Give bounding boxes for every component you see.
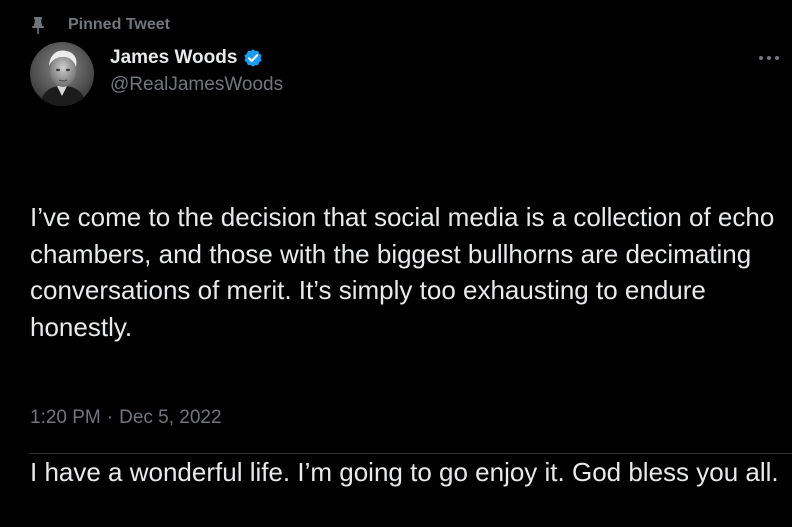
- tweet-text: I’ve come to the decision that social me…: [30, 126, 780, 527]
- pin-icon: [30, 15, 46, 35]
- verified-badge-icon[interactable]: [242, 47, 264, 69]
- avatar-image: [30, 42, 94, 106]
- author-display-name[interactable]: James Woods: [110, 47, 237, 69]
- pinned-indicator: Pinned Tweet: [30, 14, 170, 36]
- avatar[interactable]: [30, 42, 94, 106]
- pinned-label: Pinned Tweet: [68, 16, 170, 33]
- tweet-paragraph: I have a wonderful life. I’m going to go…: [30, 457, 779, 487]
- tweet-date[interactable]: Dec 5, 2022: [119, 407, 221, 429]
- more-options-icon: [759, 56, 779, 60]
- tweet-time[interactable]: 1:20 PM: [30, 407, 101, 429]
- tweet-paragraph: I’ve come to the decision that social me…: [30, 202, 782, 342]
- author-handle[interactable]: @RealJamesWoods: [110, 74, 283, 96]
- author-name-row: James Woods: [110, 46, 283, 70]
- author-block: James Woods @RealJamesWoods: [110, 46, 283, 96]
- divider: [30, 453, 792, 454]
- meta-separator: ·: [106, 407, 114, 428]
- more-options-button[interactable]: [756, 46, 782, 70]
- tweet-timestamp[interactable]: 1:20 PM · Dec 5, 2022: [30, 407, 222, 429]
